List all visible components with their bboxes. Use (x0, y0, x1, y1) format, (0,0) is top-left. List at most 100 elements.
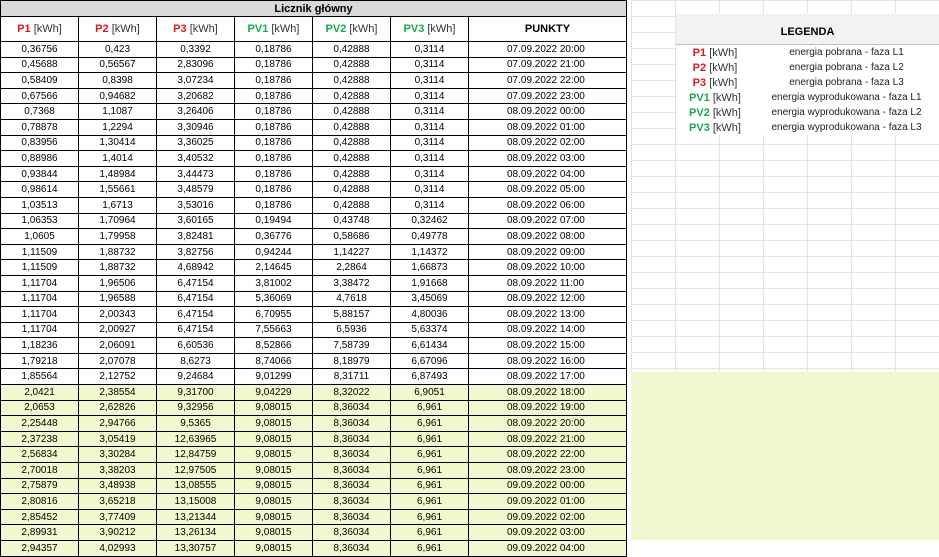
cell-p3[interactable]: 3,44473 (156, 165, 235, 183)
cell-p1[interactable]: 0,67566 (0, 87, 79, 105)
cell-pv1[interactable]: 9,08015 (234, 462, 313, 479)
cell-pv2[interactable]: 8,36034 (312, 524, 391, 541)
cell-pv3[interactable]: 6,961 (390, 446, 469, 464)
cell-pv2[interactable]: 0,58686 (312, 228, 391, 245)
cell-p3[interactable]: 6,47154 (156, 321, 235, 339)
highlighted-cell-range[interactable] (631, 372, 939, 540)
cell-pv3[interactable]: 0,3114 (390, 56, 469, 74)
cell-p3[interactable]: 3,36025 (156, 134, 235, 152)
cell-pv1[interactable]: 9,08015 (234, 493, 313, 510)
cell-p2[interactable]: 0,56567 (78, 56, 157, 74)
cell-p2[interactable]: 0,8398 (78, 72, 157, 89)
cell-pv1[interactable]: 9,08015 (234, 540, 313, 557)
cell-p1[interactable]: 1,85564 (0, 368, 79, 386)
cell-punkty[interactable]: 07.09.2022 22:00 (468, 72, 627, 89)
cell-pv3[interactable]: 0,3114 (390, 87, 469, 105)
cell-pv1[interactable]: 0,18786 (234, 150, 313, 167)
cell-pv3[interactable]: 1,91668 (390, 274, 469, 292)
cell-pv1[interactable]: 9,08015 (234, 446, 313, 464)
cell-pv2[interactable]: 0,42888 (312, 134, 391, 152)
cell-pv1[interactable]: 0,18786 (234, 87, 313, 105)
cell-p3[interactable]: 4,68942 (156, 259, 235, 276)
cell-p1[interactable]: 0,58409 (0, 72, 79, 89)
cell-pv2[interactable]: 0,42888 (312, 118, 391, 136)
cell-p1[interactable]: 2,0421 (0, 384, 79, 401)
cell-pv2[interactable]: 8,36034 (312, 540, 391, 557)
cell-p3[interactable]: 6,47154 (156, 290, 235, 308)
cell-pv2[interactable]: 0,42888 (312, 196, 391, 214)
cell-pv1[interactable]: 0,18786 (234, 181, 313, 198)
cell-punkty[interactable]: 08.09.2022 01:00 (468, 118, 627, 136)
cell-pv3[interactable]: 0,32462 (390, 212, 469, 230)
cell-p3[interactable]: 13,08555 (156, 477, 235, 495)
cell-pv3[interactable]: 6,961 (390, 508, 469, 526)
cell-p2[interactable]: 1,1087 (78, 103, 157, 120)
cell-p3[interactable]: 3,53016 (156, 196, 235, 214)
cell-p3[interactable]: 6,47154 (156, 274, 235, 292)
cell-pv3[interactable]: 0,3114 (390, 134, 469, 152)
cell-punkty[interactable]: 08.09.2022 15:00 (468, 337, 627, 354)
cell-p2[interactable]: 1,48984 (78, 165, 157, 183)
cell-p2[interactable]: 3,90212 (78, 524, 157, 541)
cell-punkty[interactable]: 08.09.2022 05:00 (468, 181, 627, 198)
cell-pv1[interactable]: 3,81002 (234, 274, 313, 292)
cell-punkty[interactable]: 07.09.2022 21:00 (468, 56, 627, 74)
cell-pv2[interactable]: 8,18979 (312, 352, 391, 370)
cell-pv1[interactable]: 9,01299 (234, 368, 313, 386)
cell-p2[interactable]: 1,79958 (78, 228, 157, 245)
cell-p1[interactable]: 2,70018 (0, 462, 79, 479)
cell-punkty[interactable]: 08.09.2022 21:00 (468, 430, 627, 448)
cell-p1[interactable]: 0,93844 (0, 165, 79, 183)
cell-pv2[interactable]: 0,43748 (312, 212, 391, 230)
cell-p2[interactable]: 3,65218 (78, 493, 157, 510)
cell-pv3[interactable]: 6,961 (390, 399, 469, 417)
cell-p2[interactable]: 1,4014 (78, 150, 157, 167)
cell-p2[interactable]: 1,70964 (78, 212, 157, 230)
cell-pv2[interactable]: 0,42888 (312, 41, 391, 58)
cell-pv2[interactable]: 8,36034 (312, 399, 391, 417)
cell-p3[interactable]: 8,6273 (156, 352, 235, 370)
cell-p2[interactable]: 1,55661 (78, 181, 157, 198)
cell-pv2[interactable]: 0,42888 (312, 72, 391, 89)
cell-p3[interactable]: 12,97505 (156, 462, 235, 479)
cell-pv2[interactable]: 8,36034 (312, 493, 391, 510)
cell-punkty[interactable]: 09.09.2022 01:00 (468, 493, 627, 510)
cell-pv3[interactable]: 6,961 (390, 493, 469, 510)
cell-p2[interactable]: 1,88732 (78, 243, 157, 261)
cell-pv2[interactable]: 8,32022 (312, 384, 391, 401)
cell-p2[interactable]: 2,00343 (78, 306, 157, 323)
cell-p2[interactable]: 2,38554 (78, 384, 157, 401)
cell-pv1[interactable]: 9,04229 (234, 384, 313, 401)
cell-p2[interactable]: 2,94766 (78, 415, 157, 432)
cell-p2[interactable]: 2,06091 (78, 337, 157, 354)
cell-pv3[interactable]: 0,3114 (390, 41, 469, 58)
cell-pv2[interactable]: 8,36034 (312, 446, 391, 464)
cell-pv3[interactable]: 3,45069 (390, 290, 469, 308)
cell-p3[interactable]: 0,3392 (156, 41, 235, 58)
cell-pv1[interactable]: 9,08015 (234, 430, 313, 448)
cell-p1[interactable]: 0,83956 (0, 134, 79, 152)
cell-pv1[interactable]: 0,18786 (234, 118, 313, 136)
cell-p1[interactable]: 2,56834 (0, 446, 79, 464)
cell-punkty[interactable]: 08.09.2022 19:00 (468, 399, 627, 417)
cell-pv1[interactable]: 9,08015 (234, 399, 313, 417)
cell-p3[interactable]: 13,21344 (156, 508, 235, 526)
cell-pv3[interactable]: 0,3114 (390, 118, 469, 136)
cell-pv2[interactable]: 0,42888 (312, 87, 391, 105)
cell-p2[interactable]: 3,77409 (78, 508, 157, 526)
cell-p2[interactable]: 1,96588 (78, 290, 157, 308)
cell-p1[interactable]: 1,18236 (0, 337, 79, 354)
cell-pv2[interactable]: 5,88157 (312, 306, 391, 323)
cell-p1[interactable]: 2,25448 (0, 415, 79, 432)
cell-p2[interactable]: 1,2294 (78, 118, 157, 136)
cell-p1[interactable]: 1,0605 (0, 228, 79, 245)
cell-p3[interactable]: 9,24684 (156, 368, 235, 386)
cell-pv1[interactable]: 0,18786 (234, 72, 313, 89)
cell-punkty[interactable]: 08.09.2022 16:00 (468, 352, 627, 370)
cell-p1[interactable]: 0,36756 (0, 41, 79, 58)
cell-pv1[interactable]: 7,55663 (234, 321, 313, 339)
cell-p3[interactable]: 9,32956 (156, 399, 235, 417)
cell-p2[interactable]: 3,30284 (78, 446, 157, 464)
cell-pv1[interactable]: 6,70955 (234, 306, 313, 323)
cell-pv2[interactable]: 8,36034 (312, 430, 391, 448)
